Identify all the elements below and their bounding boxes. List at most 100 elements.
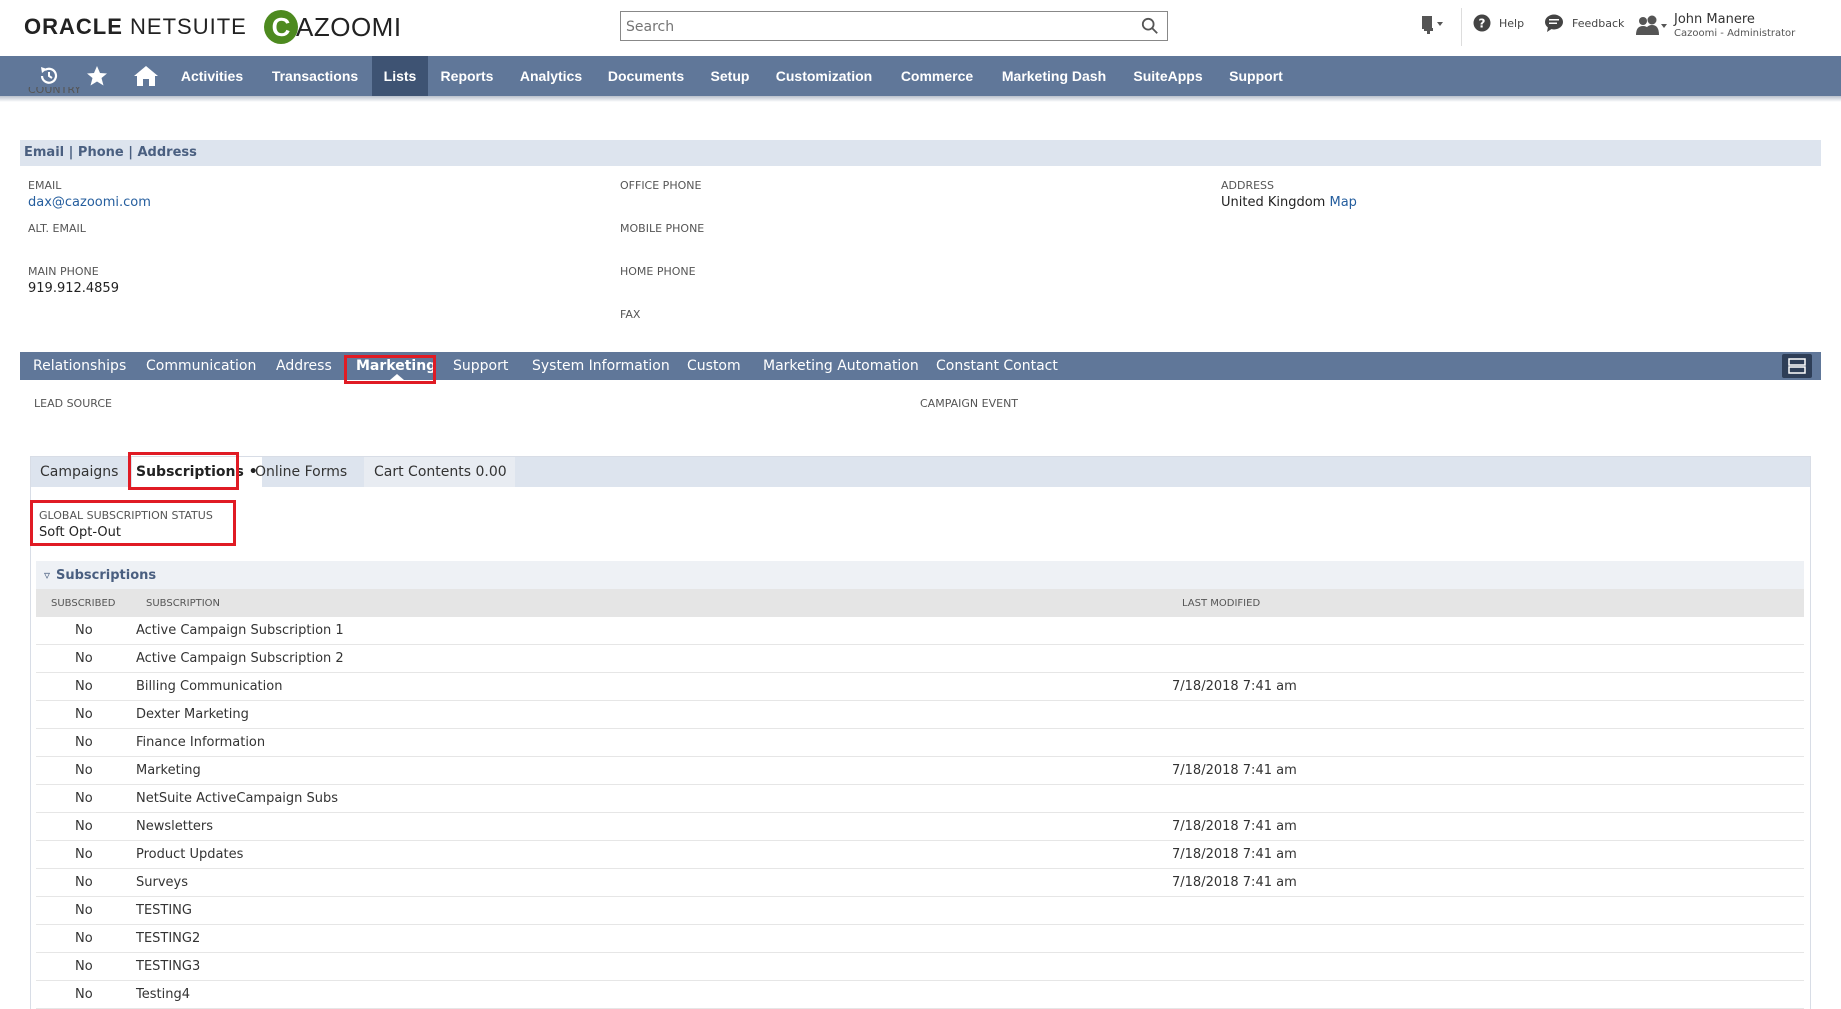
tab-system-information[interactable]: System Information xyxy=(532,352,670,380)
create-new-icon xyxy=(1422,16,1443,34)
global-status-highlight xyxy=(30,500,236,546)
subscriptions-section-header[interactable]: ▿ Subscriptions xyxy=(36,561,1804,589)
subscription-cell: NetSuite ActiveCampaign Subs xyxy=(136,791,339,806)
nav-marketing-dash[interactable]: Marketing Dash xyxy=(994,56,1114,96)
table-row[interactable]: No TESTING2 xyxy=(36,925,1804,953)
table-row[interactable]: No Active Campaign Subscription 2 xyxy=(36,645,1804,673)
campaign-event-label: CAMPAIGN EVENT xyxy=(920,397,1019,410)
table-row[interactable]: No NetSuite ActiveCampaign Subs xyxy=(36,785,1804,813)
subscription-cell: Dexter Marketing xyxy=(136,707,249,722)
table-row[interactable]: No TESTING3 xyxy=(36,953,1804,981)
main-nav-bar: Activities Transactions Lists Reports An… xyxy=(0,56,1841,96)
nav-customization[interactable]: Customization xyxy=(770,56,878,96)
country-label-partial: COUNTRY xyxy=(28,87,81,96)
tab-constant-contact[interactable]: Constant Contact xyxy=(936,352,1058,380)
global-search[interactable] xyxy=(620,11,1168,42)
search-icon[interactable] xyxy=(1141,17,1159,35)
subscription-cell: Testing4 xyxy=(136,987,190,1002)
subscriptions-subtab-highlight xyxy=(128,452,239,490)
app-header: ORACLE NETSUITE C AZOOMI ? Help Feedback… xyxy=(0,0,1841,56)
address-value: United Kingdom Map xyxy=(1221,195,1357,210)
col-subscribed[interactable]: SUBSCRIBED xyxy=(51,598,115,609)
table-row[interactable]: No Dexter Marketing xyxy=(36,701,1804,729)
last-modified-cell: 7/18/2018 7:41 am xyxy=(1172,763,1297,778)
favorites-button[interactable] xyxy=(82,56,112,96)
nav-activities[interactable]: Activities xyxy=(172,56,252,96)
col-subscription[interactable]: SUBSCRIPTION xyxy=(146,598,220,609)
office-phone-label: OFFICE PHONE xyxy=(620,179,702,192)
star-icon xyxy=(87,66,107,86)
subscriptions-table-header: SUBSCRIBED SUBSCRIPTION LAST MODIFIED xyxy=(36,589,1804,617)
create-new-menu[interactable] xyxy=(1420,14,1446,36)
subscription-cell: Product Updates xyxy=(136,847,244,862)
help-link[interactable]: ? Help xyxy=(1473,14,1524,32)
last-modified-cell: 7/18/2018 7:41 am xyxy=(1172,847,1297,862)
last-modified-cell: 7/18/2018 7:41 am xyxy=(1172,875,1297,890)
header-divider xyxy=(1461,8,1462,46)
subscription-cell: Active Campaign Subscription 1 xyxy=(136,623,344,638)
user-menu[interactable]: John Manere Cazoomi - Administrator xyxy=(1636,12,1795,40)
nav-support[interactable]: Support xyxy=(1222,56,1290,96)
tab-relationships[interactable]: Relationships xyxy=(33,352,126,380)
table-row[interactable]: No Testing4 xyxy=(36,981,1804,1009)
nav-documents[interactable]: Documents xyxy=(601,56,691,96)
record-tabs: Relationships Communication Address Mark… xyxy=(20,352,1821,380)
tab-communication[interactable]: Communication xyxy=(146,352,256,380)
subscribed-cell: No xyxy=(75,875,93,890)
tab-layout-toggle-button[interactable] xyxy=(1782,354,1812,378)
subscribed-cell: No xyxy=(75,903,93,918)
user-name: John Manere xyxy=(1674,12,1755,27)
table-row[interactable]: No Active Campaign Subscription 1 xyxy=(36,617,1804,645)
tab-marketing-automation[interactable]: Marketing Automation xyxy=(763,352,919,380)
tab-address[interactable]: Address xyxy=(276,352,332,380)
oracle-netsuite-logo[interactable]: ORACLE NETSUITE xyxy=(24,14,247,40)
subscribed-cell: No xyxy=(75,791,93,806)
tab-support[interactable]: Support xyxy=(453,352,508,380)
nav-setup[interactable]: Setup xyxy=(704,56,756,96)
cazoomi-logo[interactable]: C AZOOMI xyxy=(264,10,402,44)
alt-email-label: ALT. EMAIL xyxy=(28,222,86,235)
home-phone-label: HOME PHONE xyxy=(620,265,696,278)
nav-reports[interactable]: Reports xyxy=(434,56,500,96)
subscription-cell: Newsletters xyxy=(136,819,214,834)
table-row[interactable]: No Billing Communication 7/18/2018 7:41 am xyxy=(36,673,1804,701)
table-row[interactable]: No Surveys 7/18/2018 7:41 am xyxy=(36,869,1804,897)
subtab-campaigns[interactable]: Campaigns xyxy=(40,457,118,487)
feedback-link[interactable]: Feedback xyxy=(1544,14,1624,32)
table-row[interactable]: No Product Updates 7/18/2018 7:41 am xyxy=(36,841,1804,869)
tab-custom[interactable]: Custom xyxy=(687,352,741,380)
subscribed-cell: No xyxy=(75,735,93,750)
table-row[interactable]: No Marketing 7/18/2018 7:41 am xyxy=(36,757,1804,785)
contact-section-header[interactable]: Email | Phone | Address xyxy=(20,140,1821,166)
layout-rows-icon xyxy=(1788,358,1806,374)
table-row[interactable]: No TESTING xyxy=(36,897,1804,925)
home-button[interactable] xyxy=(130,56,162,96)
nav-analytics[interactable]: Analytics xyxy=(510,56,592,96)
home-icon xyxy=(134,66,158,86)
subscribed-cell: No xyxy=(75,847,93,862)
subscription-cell: TESTING3 xyxy=(136,959,201,974)
nav-transactions[interactable]: Transactions xyxy=(262,56,368,96)
nav-shadow xyxy=(0,96,1841,102)
main-phone-value: 919.912.4859 xyxy=(28,281,119,296)
search-input[interactable] xyxy=(621,12,1128,42)
nav-suiteapps[interactable]: SuiteApps xyxy=(1128,56,1208,96)
subtab-cart-contents[interactable]: Cart Contents 0.00 xyxy=(364,457,515,487)
table-row[interactable]: No Newsletters 7/18/2018 7:41 am xyxy=(36,813,1804,841)
user-group-icon xyxy=(1636,15,1667,35)
col-last-modified[interactable]: LAST MODIFIED xyxy=(1182,598,1260,609)
nav-lists[interactable]: Lists xyxy=(372,56,428,96)
subtab-online-forms[interactable]: Online Forms xyxy=(255,457,347,487)
email-value-link[interactable]: dax@cazoomi.com xyxy=(28,195,151,210)
subscription-cell: Surveys xyxy=(136,875,188,890)
subscription-cell: Active Campaign Subscription 2 xyxy=(136,651,344,666)
help-icon: ? xyxy=(1473,14,1491,32)
history-icon xyxy=(40,67,58,84)
svg-text:?: ? xyxy=(1479,17,1486,31)
cazoomi-logo-text: AZOOMI xyxy=(296,11,402,42)
nav-commerce[interactable]: Commerce xyxy=(893,56,981,96)
main-phone-label: MAIN PHONE xyxy=(28,265,99,278)
map-link[interactable]: Map xyxy=(1329,195,1356,210)
subscribed-cell: No xyxy=(75,931,93,946)
table-row[interactable]: No Finance Information xyxy=(36,729,1804,757)
